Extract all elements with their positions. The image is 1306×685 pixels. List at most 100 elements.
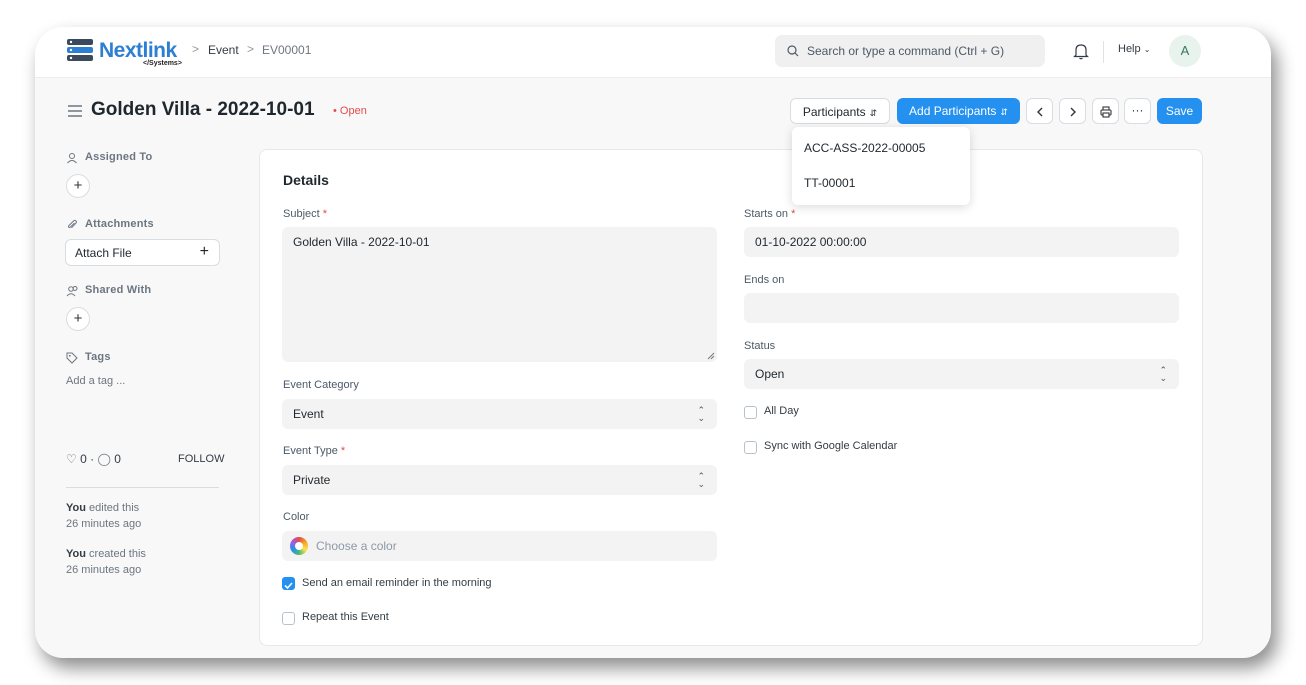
add-participants-button[interactable]: Add Participants ⇵ <box>897 98 1020 124</box>
sync-google-checkbox[interactable] <box>744 441 757 454</box>
shared-with-section: Shared With <box>66 284 151 297</box>
assigned-to-section: Assigned To <box>66 151 153 164</box>
chevron-right-icon <box>1070 107 1076 117</box>
color-wheel-icon[interactable] <box>290 537 308 555</box>
details-card: Details Subject * Golden Villa - 2022-10… <box>259 149 1203 646</box>
repeat-event-label: Repeat this Event <box>302 611 389 623</box>
subject-label: Subject * <box>283 208 327 220</box>
send-reminder-label: Send an email reminder in the morning <box>302 577 492 589</box>
required-mark: * <box>322 208 328 220</box>
subject-field[interactable]: Golden Villa - 2022-10-01 <box>282 227 717 362</box>
add-participants-label: Add Participants <box>909 104 997 118</box>
send-reminder-checkbox[interactable] <box>282 577 295 590</box>
event-type-select[interactable]: Private ⌃ ⌄ <box>282 465 717 495</box>
add-assignee-button[interactable]: + <box>66 174 90 198</box>
ends-on-label: Ends on <box>744 274 785 286</box>
chevron-right-icon: > <box>247 42 255 56</box>
assigned-to-label: Assigned To <box>85 151 153 163</box>
plus-icon: + <box>73 177 83 194</box>
previous-record-button[interactable] <box>1026 98 1053 124</box>
add-tag-input[interactable]: Add a tag ... <box>66 375 125 387</box>
event-type-value: Private <box>293 473 331 487</box>
activity-item: You edited this 26 minutes ago <box>66 500 141 532</box>
attachments-section: Attachments <box>66 218 154 230</box>
ends-on-field[interactable] <box>744 293 1179 323</box>
starts-on-label: Starts on * <box>744 208 795 220</box>
attach-file-button[interactable]: Attach File + <box>65 239 220 266</box>
activity-action: created this <box>89 548 146 560</box>
navbar-divider <box>1103 41 1104 63</box>
status-value: Open <box>755 367 785 381</box>
repeat-event-checkbox[interactable] <box>282 612 295 625</box>
event-category-label: Event Category <box>283 379 359 391</box>
status-dot-icon: • <box>333 105 340 117</box>
color-picker[interactable]: Choose a color <box>282 531 717 561</box>
breadcrumb-event[interactable]: Event <box>208 43 239 57</box>
add-share-button[interactable]: + <box>66 307 90 331</box>
plus-icon: + <box>199 243 209 260</box>
activity-time: 26 minutes ago <box>66 564 142 576</box>
chevron-down-icon: ⌄ <box>1143 45 1151 54</box>
user-icon <box>67 153 77 164</box>
sidebar-toggle-icon[interactable] <box>67 104 83 118</box>
select-arrows-icon: ⇵ <box>869 108 878 118</box>
select-arrows-icon: ⇵ <box>1000 107 1008 117</box>
required-mark: * <box>340 445 346 457</box>
participants-label: Participants <box>802 105 866 119</box>
event-category-select[interactable]: Event ⌃ ⌄ <box>282 399 717 429</box>
all-day-checkbox[interactable] <box>744 406 757 419</box>
attach-file-label: Attach File <box>75 246 132 260</box>
save-button[interactable]: Save <box>1157 98 1202 124</box>
heart-icon[interactable]: ♡ <box>66 452 77 466</box>
more-actions-button[interactable]: ··· <box>1124 98 1151 124</box>
follow-button[interactable]: FOLLOW <box>178 453 224 465</box>
avatar[interactable]: A <box>1169 35 1201 67</box>
next-record-button[interactable] <box>1059 98 1086 124</box>
starts-on-field[interactable]: 01-10-2022 00:00:00 <box>744 227 1179 257</box>
tags-label: Tags <box>85 351 111 363</box>
event-type-label: Event Type * <box>283 445 345 457</box>
status-badge-label: Open <box>339 105 367 117</box>
participants-dropdown: ACC-ASS-2022-00005 TT-00001 <box>792 127 970 205</box>
print-button[interactable] <box>1092 98 1119 124</box>
page-title: Golden Villa - 2022-10-01 <box>91 99 315 120</box>
event-category-value: Event <box>293 407 324 421</box>
participants-select[interactable]: Participants ⇵ <box>790 98 890 124</box>
select-arrows-icon: ⌃ ⌄ <box>697 405 705 423</box>
plus-icon: + <box>73 310 83 327</box>
comment-icon[interactable]: ◯ <box>97 452 110 466</box>
dropdown-item[interactable]: ACC-ASS-2022-00005 <box>804 141 925 155</box>
navbar: Nextlink </Systems> > Event > EV00001 Se… <box>35 27 1271 78</box>
activity-item: You created this 26 minutes ago <box>66 546 146 578</box>
search-bar[interactable]: Search or type a command (Ctrl + G) <box>775 35 1045 67</box>
starts-on-label-text: Starts on <box>744 208 789 220</box>
chevron-right-icon: > <box>192 42 200 56</box>
event-type-label-text: Event Type <box>283 445 338 457</box>
select-arrows-icon: ⌃ ⌄ <box>697 471 705 489</box>
help-menu[interactable]: Help ⌄ <box>1118 43 1150 55</box>
notification-bell-icon[interactable] <box>1073 42 1089 60</box>
search-icon <box>787 45 799 57</box>
activity-action: edited this <box>89 502 140 514</box>
color-label: Color <box>283 511 310 523</box>
activity-time: 26 minutes ago <box>66 518 142 530</box>
color-placeholder: Choose a color <box>316 539 397 553</box>
select-arrows-icon: ⌃ ⌄ <box>1159 365 1167 383</box>
tags-section: Tags <box>66 351 111 364</box>
logo-subtitle: </Systems> <box>143 60 182 67</box>
resize-handle-icon[interactable] <box>707 352 715 360</box>
section-title: Details <box>283 172 329 188</box>
starts-on-value: 01-10-2022 00:00:00 <box>755 235 867 249</box>
search-placeholder: Search or type a command (Ctrl + G) <box>807 44 1005 58</box>
server-stack-icon <box>67 39 93 61</box>
sidebar-divider <box>66 487 219 488</box>
attachments-label: Attachments <box>85 218 154 230</box>
paperclip-icon <box>67 219 77 229</box>
users-icon <box>66 286 78 297</box>
dropdown-item[interactable]: TT-00001 <box>804 176 855 190</box>
status-select[interactable]: Open ⌃ ⌄ <box>744 359 1179 389</box>
checkmark-icon <box>284 582 293 590</box>
all-day-label: All Day <box>764 405 799 417</box>
breadcrumb-record[interactable]: EV00001 <box>262 43 311 57</box>
likes-count: 0 <box>80 452 87 466</box>
